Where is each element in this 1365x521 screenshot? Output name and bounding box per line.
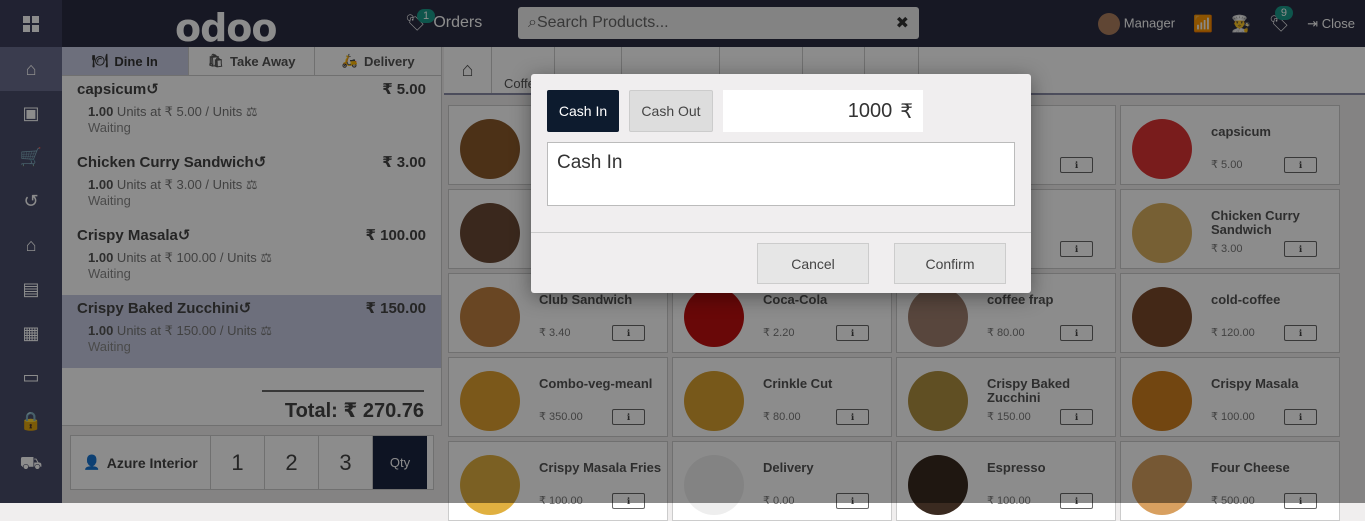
reason-textarea[interactable]: Cash In (547, 142, 1015, 206)
dialog-divider (531, 232, 1031, 233)
cash-in-button[interactable]: Cash In (547, 90, 619, 132)
cancel-button[interactable]: Cancel (757, 243, 869, 284)
amount-input[interactable]: 1000 ₹ (723, 90, 923, 132)
cash-out-button[interactable]: Cash Out (629, 90, 713, 132)
cash-in-out-dialog: Cash In Cash Out 1000 ₹ Cash In Cancel Co… (531, 74, 1031, 293)
amount-value: 1000 (847, 99, 893, 122)
confirm-button[interactable]: Confirm (894, 243, 1006, 284)
currency-symbol: ₹ (900, 100, 913, 123)
